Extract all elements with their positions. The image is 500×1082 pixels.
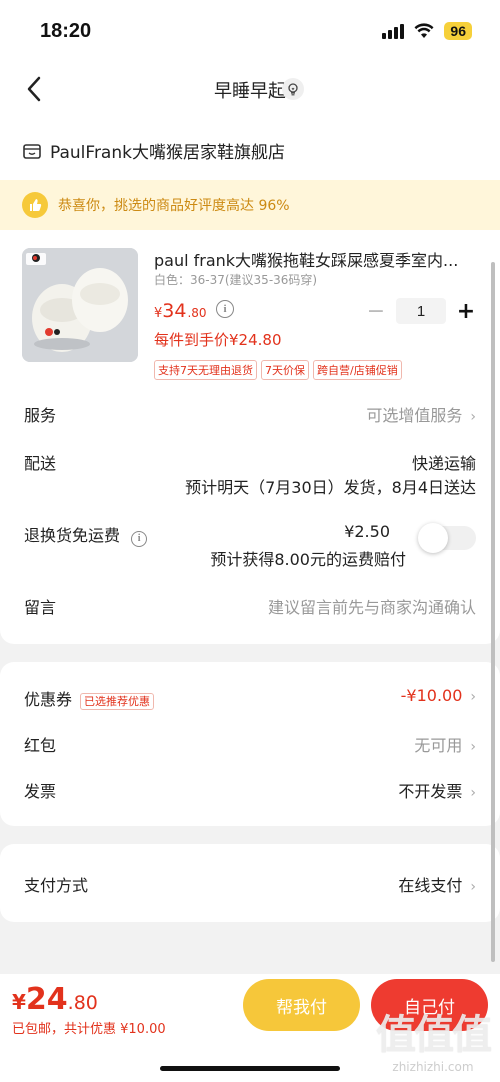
coupon-value: -¥10.00 › xyxy=(400,686,476,705)
price-info-icon[interactable]: i xyxy=(216,300,234,318)
message-input[interactable]: 建议留言前先与商家沟通确认 xyxy=(268,594,476,618)
product-tags: 支持7天无理由退货 7天价保 跨自营/店铺促销 xyxy=(154,360,402,380)
message-label: 留言 xyxy=(24,598,57,617)
invoice-label: 发票 xyxy=(24,782,57,801)
total-symbol: ¥ xyxy=(12,990,26,1014)
coupon-tag: 已选推荐优惠 xyxy=(80,693,155,710)
payment-card: 支付方式 在线支付 › xyxy=(0,844,500,922)
price-integer: 34 xyxy=(162,300,187,322)
message-row[interactable]: 留言 建议留言前先与商家沟通确认 xyxy=(24,594,476,618)
scrollbar[interactable] xyxy=(491,262,495,962)
minus-icon[interactable]: − xyxy=(366,299,386,324)
payment-label: 支付方式 xyxy=(24,876,89,895)
help-pay-button[interactable]: 帮我付 xyxy=(243,979,360,1031)
product-image[interactable] xyxy=(22,248,138,362)
product-price: ¥ 34 .80 xyxy=(154,300,207,322)
rating-banner: 恭喜你，挑选的商品好评度高达 96% xyxy=(0,180,500,230)
return-note-row: 预计获得8.00元的运费赔付 xyxy=(24,546,406,570)
coupon-label: 优惠券 已选推荐优惠 xyxy=(24,686,155,710)
shop-name: PaulFrank大嘴猴居家鞋旗舰店 xyxy=(50,143,285,163)
chevron-right-icon: › xyxy=(470,879,476,895)
unit-price: 每件到手价¥24.80 xyxy=(154,331,282,349)
discount-card: 优惠券 已选推荐优惠 -¥10.00 › 红包 无可用 › 发票 不开发票 › xyxy=(0,662,500,826)
invoice-value: 不开发票 › xyxy=(398,782,476,801)
delivery-note-row: 预计明天（7月30日）发货，8月4日送达 xyxy=(24,474,476,498)
info-icon[interactable]: i xyxy=(131,531,148,547)
shop-row[interactable]: PaulFrank大嘴猴居家鞋旗舰店 xyxy=(22,138,285,163)
service-label: 服务 xyxy=(24,406,57,425)
status-icons: 96 xyxy=(382,22,472,40)
price-symbol: ¥ xyxy=(154,306,163,321)
plus-icon[interactable]: + xyxy=(456,299,476,324)
redpacket-label: 红包 xyxy=(24,736,57,755)
watermark: 值值值 zhizhizhi.com xyxy=(376,1002,492,1074)
wifi-icon xyxy=(414,23,434,39)
delivery-row[interactable]: 配送 快递运输 xyxy=(24,450,476,474)
watermark-url: zhizhizhi.com xyxy=(392,1060,474,1074)
toggle-knob xyxy=(418,523,448,553)
battery-indicator: 96 xyxy=(444,22,472,40)
coupon-row[interactable]: 优惠券 已选推荐优惠 -¥10.00 › xyxy=(24,686,476,710)
total-price: ¥ 24 .80 xyxy=(12,982,98,1017)
chevron-right-icon: › xyxy=(470,739,476,755)
checkout-bar: ¥ 24 .80 已包邮，共计优惠 ¥10.00 帮我付 自己付 值值值 zhi… xyxy=(0,974,500,1082)
product-tag: 支持7天无理由退货 xyxy=(154,360,257,380)
nav-bar: 早睡早起 xyxy=(0,62,500,116)
price-decimal: .80 xyxy=(187,306,207,320)
total-note: 已包邮，共计优惠 ¥10.00 xyxy=(12,1022,166,1037)
signal-icon xyxy=(382,23,405,39)
return-value: ¥2.50 xyxy=(344,522,390,541)
redpacket-row[interactable]: 红包 无可用 › xyxy=(24,732,476,756)
chevron-right-icon: › xyxy=(470,689,476,705)
delivery-label: 配送 xyxy=(24,454,57,473)
service-row[interactable]: 服务 可选增值服务 › xyxy=(24,402,476,426)
quantity-stepper: − + xyxy=(366,298,476,324)
home-indicator xyxy=(160,1066,340,1071)
redpacket-value: 无可用 › xyxy=(414,736,476,755)
invoice-row[interactable]: 发票 不开发票 › xyxy=(24,778,476,802)
total-decimal: .80 xyxy=(67,992,98,1014)
total-integer: 24 xyxy=(25,982,68,1017)
return-label: 退换货免运费 i xyxy=(24,522,148,547)
return-row: 退换货免运费 i ¥2.50 xyxy=(24,522,390,547)
status-bar: 18:20 96 xyxy=(0,0,500,62)
payment-value: 在线支付 › xyxy=(398,876,476,895)
payment-row[interactable]: 支付方式 在线支付 › xyxy=(24,872,476,896)
page-title: 早睡早起 xyxy=(214,81,286,102)
delivery-note: 预计明天（7月30日）发货，8月4日送达 xyxy=(185,478,476,497)
thumbs-up-icon xyxy=(22,192,48,218)
return-toggle[interactable] xyxy=(418,523,476,553)
lightbulb-icon[interactable] xyxy=(282,78,304,100)
shop-icon xyxy=(22,141,42,161)
rating-banner-text: 恭喜你，挑选的商品好评度高达 96% xyxy=(58,198,290,214)
product-tag: 7天价保 xyxy=(261,360,309,380)
status-time: 18:20 xyxy=(40,20,92,42)
watermark-logo: 值值值 xyxy=(376,1012,492,1058)
chevron-right-icon: › xyxy=(470,785,476,801)
chevron-right-icon: › xyxy=(470,409,476,425)
product-title[interactable]: paul frank大嘴猴拖鞋女踩屎感夏季室内... xyxy=(154,247,474,271)
order-card: PaulFrank大嘴猴居家鞋旗舰店 恭喜你，挑选的商品好评度高达 96% pa… xyxy=(0,116,500,644)
product-tag: 跨自营/店铺促销 xyxy=(313,360,402,380)
return-note: 预计获得8.00元的运费赔付 xyxy=(210,550,406,569)
product-spec[interactable]: 白色：36-37(建议35-36码穿) xyxy=(154,271,317,288)
delivery-value: 快递运输 xyxy=(411,454,476,473)
quantity-input[interactable] xyxy=(396,298,446,324)
service-value: 可选增值服务 › xyxy=(366,406,476,425)
